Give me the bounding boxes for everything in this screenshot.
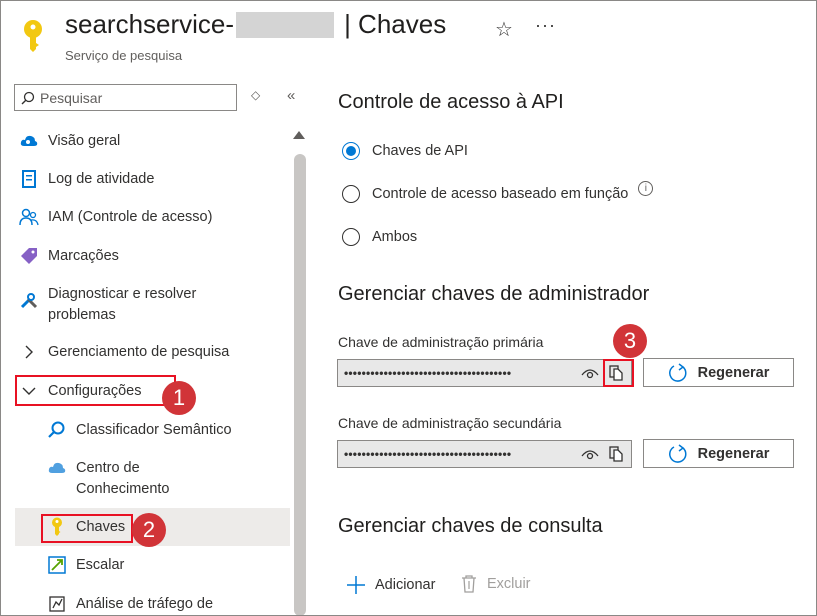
sidebar-scrollbar[interactable] [294, 154, 306, 615]
callout-3: 3 [613, 324, 647, 358]
portal-window: searchservice- | Chaves Serviço de pesqui… [0, 0, 817, 616]
redacted-name [236, 11, 335, 38]
radio-rbac[interactable]: Controle de acesso baseado em função i [342, 180, 654, 203]
delete-query-key-button[interactable]: Excluir [461, 575, 531, 593]
callout-2: 2 [132, 513, 166, 547]
copy-icon[interactable] [601, 441, 631, 467]
scroll-up-arrow[interactable] [293, 131, 305, 139]
trash-icon [462, 575, 476, 593]
admin-keys-heading: Gerenciar chaves de administrador [338, 283, 650, 305]
sidebar-group-search-management[interactable]: Gerenciamento de pesquisa [19, 342, 229, 363]
highlight-keys [41, 514, 133, 543]
sort-icon[interactable]: ◇ [251, 88, 260, 102]
query-keys-heading: Gerenciar chaves de consulta [338, 515, 603, 537]
refresh-icon [668, 362, 687, 382]
sidebar-item-knowledge-center[interactable]: Centro de Conhecimento [47, 458, 170, 500]
sidebar-item-scale[interactable]: Escalar [47, 555, 124, 576]
eye-icon[interactable] [579, 448, 601, 460]
highlight-settings [15, 375, 176, 406]
secondary-key-field[interactable]: •••••••••••••••••••••••••••••••••••••• [337, 440, 632, 468]
sidebar-search-input[interactable]: Pesquisar [14, 84, 237, 111]
info-icon[interactable]: i [638, 180, 654, 196]
cloud-icon [47, 458, 67, 478]
log-icon [19, 169, 39, 189]
radio-unselected-icon [342, 185, 360, 203]
page-title: searchservice- | Chaves [65, 9, 447, 39]
radio-selected-icon [342, 142, 360, 160]
sidebar-item-overview[interactable]: Visão geral [19, 131, 120, 152]
chart-icon [47, 594, 67, 614]
star-icon[interactable]: ☆ [495, 17, 513, 42]
sidebar-item-activity-log[interactable]: Log de atividade [19, 169, 154, 190]
primary-key-label: Chave de administração primária [338, 334, 544, 350]
plus-icon [347, 576, 365, 594]
sidebar-item-iam[interactable]: IAM (Controle de acesso) [19, 207, 212, 228]
page-subtitle: Serviço de pesquisa [65, 48, 183, 63]
radio-unselected-icon [342, 228, 360, 246]
highlight-copy [603, 359, 634, 387]
sidebar-item-tags[interactable]: Marcações [19, 246, 119, 267]
eye-icon[interactable] [579, 367, 601, 379]
radio-both[interactable]: Ambos [342, 228, 417, 246]
regenerate-secondary-button[interactable]: Regenerar [643, 439, 794, 468]
primary-key-field[interactable]: •••••••••••••••••••••••••••••••••••••• [337, 359, 632, 387]
secondary-key-label: Chave de administração secundária [338, 415, 562, 431]
radio-api-keys[interactable]: Chaves de API [342, 142, 468, 160]
people-icon [19, 207, 39, 227]
callout-1: 1 [162, 381, 196, 415]
tag-icon [19, 246, 39, 266]
sidebar-item-semantic-ranker[interactable]: Classificador Semântico [47, 420, 232, 441]
collapse-sidebar-icon[interactable]: « [287, 87, 295, 104]
cloud-search-icon [19, 131, 39, 151]
key-icon [21, 19, 45, 58]
chevron-right-icon [19, 342, 39, 362]
ellipsis-icon[interactable]: ··· [535, 15, 556, 36]
regenerate-primary-button[interactable]: Regenerar [643, 358, 794, 387]
api-access-heading: Controle de acesso à API [338, 91, 564, 113]
sidebar-item-diagnose[interactable]: Diagnosticar e resolver problemas [19, 284, 196, 326]
scale-icon [47, 555, 67, 575]
search-icon [47, 420, 67, 440]
add-query-key-button[interactable]: Adicionar [346, 575, 435, 595]
refresh-icon [668, 443, 687, 463]
search-icon [21, 91, 35, 104]
sidebar-item-traffic-analysis[interactable]: Análise de tráfego de [47, 594, 213, 615]
wrench-icon [19, 290, 39, 310]
